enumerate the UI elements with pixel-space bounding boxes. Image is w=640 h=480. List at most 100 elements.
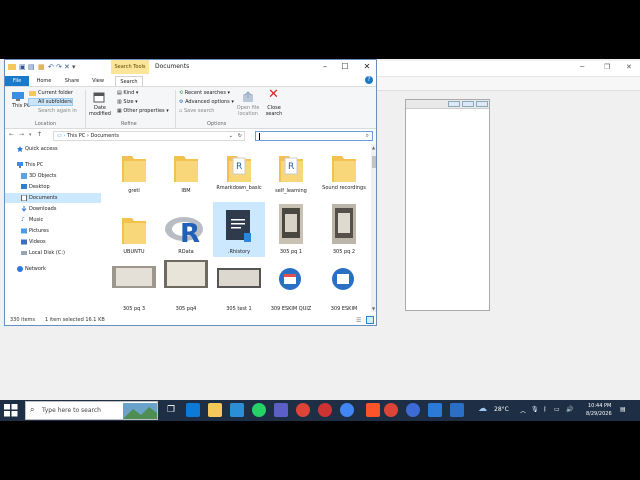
file-item[interactable]: R RData <box>160 202 212 257</box>
background-window[interactable]: ─ ❐ ✕ <box>375 61 640 400</box>
nav-item-network[interactable]: Network <box>5 264 101 274</box>
app-icon[interactable] <box>428 403 442 417</box>
properties-icon[interactable]: ▣ <box>19 63 26 71</box>
breadcrumb-documents[interactable]: Documents <box>90 133 119 139</box>
advanced-options-button[interactable]: ⚙ Advanced options ▾ <box>179 99 234 105</box>
customize-toolbar-icon[interactable]: ▾ <box>72 63 76 71</box>
minimize-icon[interactable] <box>448 101 460 107</box>
taskbar-search-box[interactable]: ⌕ Type here to search <box>25 401 158 420</box>
nav-item-quick-access[interactable]: Quick access <box>5 144 101 154</box>
save-search-button[interactable]: ▫ Save search <box>179 108 214 114</box>
notifications-icon[interactable]: ▤ <box>620 406 626 413</box>
minimize-icon[interactable]: – <box>318 62 332 71</box>
microphone-icon[interactable]: 🎙 <box>531 406 539 413</box>
windows-start-icon[interactable] <box>4 404 18 417</box>
explorer-titlebar[interactable]: ▣ ▤ ▦ ↶ ↷ ✕ ▾ Search Tools Documents – ☐… <box>5 60 376 75</box>
folder-item[interactable]: UBUNTU <box>108 202 160 257</box>
minimize-icon[interactable]: ─ <box>580 63 584 71</box>
volume-icon[interactable]: 🔊 <box>566 406 573 413</box>
edge-browser-icon[interactable] <box>186 403 200 417</box>
folder-item[interactable]: R self_learning <box>265 144 317 199</box>
nav-item-music[interactable]: ♪ Music <box>5 215 101 225</box>
image-file-item[interactable]: 305 pq 3 <box>108 260 160 312</box>
image-file-item[interactable]: 305 test 1 <box>213 260 265 312</box>
maximize-icon[interactable]: ☐ <box>338 62 352 71</box>
kind-button[interactable]: ▤ Kind ▾ <box>117 90 138 96</box>
calendar-icon[interactable] <box>93 91 105 103</box>
all-subfolders-button[interactable]: All subfolders <box>28 98 73 106</box>
computer-icon[interactable] <box>11 91 25 102</box>
size-button[interactable]: ▥ Size ▾ <box>117 99 138 105</box>
nav-item-downloads[interactable]: Downloads <box>5 204 101 214</box>
maximize-icon[interactable] <box>462 101 474 107</box>
teams-icon[interactable] <box>274 403 288 417</box>
folder-item[interactable]: Sound recordings <box>318 144 370 199</box>
image-file-item[interactable]: 305 pq4 <box>160 260 212 312</box>
folder-icon[interactable]: ▦ <box>38 63 45 71</box>
delete-icon[interactable]: ✕ <box>64 63 70 71</box>
large-icons-view-icon[interactable] <box>366 316 374 324</box>
maximize-icon[interactable]: ❐ <box>604 63 610 71</box>
search-again-in-button[interactable]: Search again in <box>38 108 77 114</box>
search-input[interactable]: ⌕ <box>255 131 373 141</box>
close-icon[interactable] <box>476 101 488 107</box>
current-folder-button[interactable]: Current folder <box>38 90 73 96</box>
weather-icon[interactable]: ☁ <box>478 404 487 414</box>
file-explorer-icon[interactable] <box>208 403 222 417</box>
redo-icon[interactable]: ↷ <box>56 63 62 71</box>
clock-date[interactable]: 8/29/2026 <box>586 411 612 417</box>
app-icon[interactable] <box>406 403 420 417</box>
scroll-up-icon[interactable]: ▲ <box>372 145 375 150</box>
nav-item-local-disk[interactable]: Local Disk (C:) <box>5 248 101 258</box>
file-item[interactable]: 309 ESKIM <box>318 260 370 312</box>
forward-arrow-icon[interactable]: → <box>19 131 24 138</box>
tab-search[interactable]: Search <box>115 76 143 86</box>
task-view-icon[interactable]: ❐ <box>164 403 178 417</box>
nav-item-videos[interactable]: Videos <box>5 237 101 247</box>
recent-locations-icon[interactable]: ▾ <box>29 132 32 138</box>
tab-file[interactable]: File <box>5 76 29 86</box>
close-icon[interactable]: ✕ <box>626 63 632 71</box>
app-icon[interactable] <box>230 403 244 417</box>
image-file-item[interactable]: 305 pq 2 <box>318 202 370 257</box>
other-properties-button[interactable]: ▦ Other properties ▾ <box>117 108 169 114</box>
chrome-profile-icon[interactable] <box>384 403 398 417</box>
inner-window[interactable] <box>405 99 490 311</box>
tab-home[interactable]: Home <box>33 76 55 86</box>
clock-time[interactable]: 10:44 PM <box>588 403 611 409</box>
breadcrumb-this-pc[interactable]: This PC <box>67 133 85 139</box>
search-icon[interactable]: ⌕ <box>366 132 369 140</box>
nav-item-pictures[interactable]: Pictures <box>5 226 101 236</box>
brave-browser-icon[interactable] <box>366 403 380 417</box>
chevron-down-icon[interactable]: ⌄ <box>229 132 233 141</box>
show-hidden-icons-icon[interactable]: ︿ <box>520 406 526 415</box>
new-folder-icon[interactable]: ▤ <box>28 63 35 71</box>
date-modified-button[interactable]: Date modified <box>89 105 111 117</box>
up-arrow-icon[interactable]: ↑ <box>37 131 42 138</box>
chrome-icon[interactable] <box>296 403 310 417</box>
folder-item[interactable]: gretl <box>108 144 160 199</box>
nav-item-3d-objects[interactable]: 3D Objects <box>5 171 101 181</box>
details-view-icon[interactable]: ☰ <box>356 317 361 324</box>
this-pc-button[interactable]: This PC <box>12 103 30 109</box>
folder-item[interactable]: R Rmarkdown_basic <box>213 144 265 199</box>
address-bar[interactable]: ▭ › This PC › Documents ⌄ ↻ <box>53 131 245 141</box>
refresh-icon[interactable]: ↻ <box>238 132 242 141</box>
file-explorer-window[interactable]: ▣ ▤ ▦ ↶ ↷ ✕ ▾ Search Tools Documents – ☐… <box>4 59 377 326</box>
battery-icon[interactable]: ▭ <box>554 406 560 413</box>
file-item-selected[interactable]: .Rhistory <box>213 202 265 257</box>
open-file-location-button[interactable]: Open file location <box>236 105 260 117</box>
undo-icon[interactable]: ↶ <box>48 63 54 71</box>
help-icon[interactable]: ? <box>365 76 373 84</box>
scroll-down-icon[interactable]: ▼ <box>372 306 375 311</box>
close-icon[interactable]: ✕ <box>360 62 374 71</box>
chrome-profile-icon[interactable] <box>318 403 332 417</box>
folder-item[interactable]: IBM <box>160 144 212 199</box>
background-window-titlebar[interactable]: ─ ❐ ✕ <box>375 61 640 77</box>
bluetooth-icon[interactable]: ᛒ <box>543 406 547 413</box>
nav-item-this-pc[interactable]: This PC <box>5 160 101 170</box>
image-file-item[interactable]: 305 pq 1 <box>265 202 317 257</box>
weather-temperature[interactable]: 28°C <box>494 406 509 413</box>
whatsapp-icon[interactable] <box>252 403 266 417</box>
recent-searches-button[interactable]: ⟲ Recent searches ▾ <box>179 90 230 96</box>
